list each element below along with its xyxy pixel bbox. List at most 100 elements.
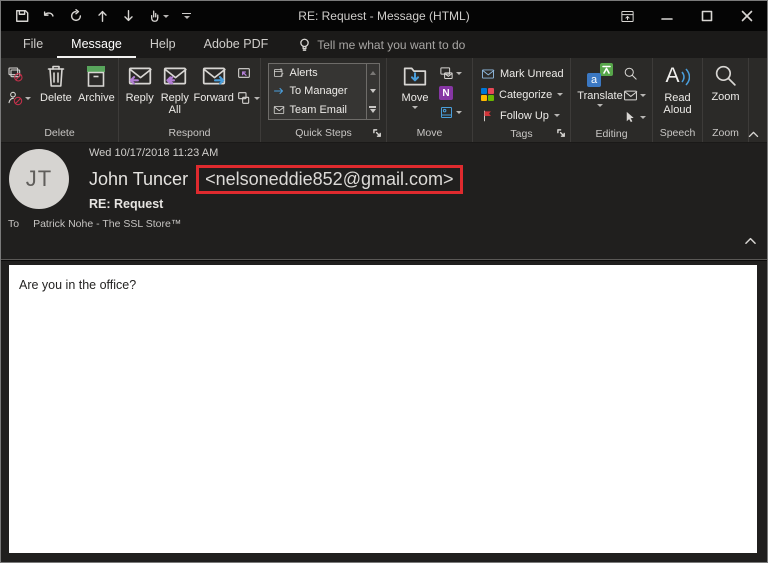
gallery-scrollbar (365, 64, 379, 119)
ribbon-group-quick-steps: Alerts To Manager Team Email Quick Steps (261, 58, 387, 142)
quick-step-alerts[interactable]: Alerts (269, 64, 366, 82)
quick-steps-gallery: Alerts To Manager Team Email (267, 63, 380, 120)
reply-icon (128, 67, 152, 85)
translate-icon: a (587, 63, 613, 87)
lightbulb-icon (300, 38, 310, 51)
ribbon-group-editing: a Translate Editing (571, 58, 653, 142)
group-label-editing: Editing (595, 127, 628, 140)
group-label-respond: Respond (168, 127, 211, 139)
minimize-button[interactable] (647, 1, 687, 31)
meeting-icon[interactable] (236, 66, 260, 82)
to-manager-arrow-icon (273, 88, 283, 95)
tab-message[interactable]: Message (57, 31, 136, 58)
to-label: To (8, 218, 20, 230)
mark-unread-icon (481, 68, 495, 79)
tell-me-label: Tell me what you want to do (317, 37, 466, 52)
sender-email[interactable]: <nelsoneddie852@gmail.com> (205, 169, 453, 189)
ribbon: Delete Archive Delete Reply Reply All Fo… (1, 58, 767, 143)
find-icon[interactable] (623, 66, 646, 81)
redo-icon[interactable] (69, 9, 83, 23)
junk-icon[interactable] (7, 90, 31, 106)
zoom-button[interactable]: Zoom (706, 58, 746, 103)
reply-all-button[interactable]: Reply All (156, 58, 193, 116)
collapse-ribbon-icon[interactable] (747, 129, 760, 139)
sender-avatar[interactable]: JT (9, 149, 69, 209)
gallery-more-button[interactable] (367, 101, 379, 119)
actions-icon[interactable] (439, 105, 462, 120)
message-header: JT Wed 10/17/2018 11:23 AM John Tuncer <… (1, 143, 767, 260)
zoom-magnifier-icon (715, 65, 736, 86)
quick-steps-dialog-launcher-icon[interactable] (373, 129, 382, 138)
categorize-icon (481, 88, 494, 101)
outlook-message-window: RE: Request - Message (HTML) File Messag… (0, 0, 768, 563)
move-button[interactable]: Move (395, 58, 435, 109)
reply-button[interactable]: Reply (123, 58, 156, 104)
gallery-scroll-up[interactable] (367, 64, 379, 82)
tab-help[interactable]: Help (136, 31, 190, 58)
ribbon-tab-row: File Message Help Adobe PDF Tell me what… (1, 31, 767, 58)
tab-file[interactable]: File (9, 31, 57, 58)
tags-dialog-launcher-icon[interactable] (557, 129, 566, 138)
group-label-move: Move (416, 127, 443, 139)
title-bar: RE: Request - Message (HTML) (1, 1, 767, 31)
recipient-name[interactable]: Patrick Nohe - The SSL Store™ (33, 218, 181, 230)
ignore-icon[interactable] (7, 66, 31, 82)
ribbon-group-respond: Reply Reply All Forward Respond (119, 58, 261, 142)
read-aloud-icon: A (665, 63, 690, 89)
follow-up-flag-icon (484, 110, 491, 121)
message-subject: RE: Request (89, 197, 164, 211)
related-icon[interactable] (623, 88, 646, 103)
touch-mouse-mode-icon[interactable] (148, 9, 169, 23)
tell-me-box[interactable]: Tell me what you want to do (298, 31, 465, 58)
read-aloud-button[interactable]: A Read Aloud (658, 58, 698, 116)
previous-item-icon[interactable] (96, 9, 109, 23)
customize-quick-access-icon[interactable] (182, 12, 191, 20)
sender-name[interactable]: John Tuncer (89, 169, 188, 190)
more-respond-actions-icon[interactable] (236, 90, 260, 106)
window-controls (607, 1, 767, 31)
ribbon-group-zoom: Zoom Zoom (703, 58, 749, 142)
save-icon[interactable] (15, 9, 29, 23)
gallery-scroll-down[interactable] (367, 82, 379, 100)
trash-icon (47, 65, 65, 87)
message-body: Are you in the office? (9, 265, 757, 553)
reply-all-icon (163, 67, 187, 85)
categorize-button[interactable]: Categorize (481, 85, 564, 104)
move-folder-icon (403, 67, 427, 86)
ribbon-group-delete: Delete Archive Delete (1, 58, 119, 142)
undo-icon[interactable] (42, 9, 56, 23)
delete-button[interactable]: Delete (37, 58, 75, 104)
alerts-icon (273, 68, 283, 78)
select-icon[interactable] (623, 110, 646, 125)
ribbon-group-move: Move N Move (387, 58, 473, 142)
recipient-row: To Patrick Nohe - The SSL Store™ (8, 218, 181, 230)
archive-icon (87, 66, 106, 87)
next-item-icon[interactable] (122, 9, 135, 23)
group-label-quick-steps: Quick Steps (261, 124, 386, 142)
follow-up-button[interactable]: Follow Up (481, 106, 560, 125)
close-button[interactable] (727, 1, 767, 31)
forward-button[interactable]: Forward (193, 58, 234, 104)
forward-icon (202, 67, 226, 85)
onenote-icon[interactable]: N (439, 86, 462, 100)
message-body-text: Are you in the office? (19, 278, 137, 292)
message-date: Wed 10/17/2018 11:23 AM (89, 147, 219, 159)
translate-button[interactable]: a Translate (577, 58, 623, 107)
archive-button[interactable]: Archive (75, 58, 118, 104)
message-body-frame: Are you in the office? (1, 261, 767, 562)
mark-unread-button[interactable]: Mark Unread (481, 64, 564, 83)
team-email-icon (273, 105, 284, 114)
ribbon-group-speech: A Read Aloud Speech (653, 58, 703, 142)
group-label-delete: Delete (44, 127, 75, 139)
quick-step-team-email[interactable]: Team Email (269, 101, 366, 119)
tab-adobe-pdf[interactable]: Adobe PDF (190, 31, 283, 58)
collapse-header-icon[interactable] (743, 235, 758, 246)
maximize-button[interactable] (687, 1, 727, 31)
window-title: RE: Request - Message (HTML) (298, 9, 470, 23)
sender-row: John Tuncer <nelsoneddie852@gmail.com> (89, 162, 463, 196)
ribbon-display-options-icon[interactable] (607, 1, 647, 31)
ribbon-group-tags: Mark Unread Categorize Follow Up Tags (473, 58, 571, 142)
rules-icon[interactable] (439, 66, 462, 81)
group-label-speech: Speech (659, 127, 696, 139)
quick-step-to-manager[interactable]: To Manager (269, 82, 366, 100)
